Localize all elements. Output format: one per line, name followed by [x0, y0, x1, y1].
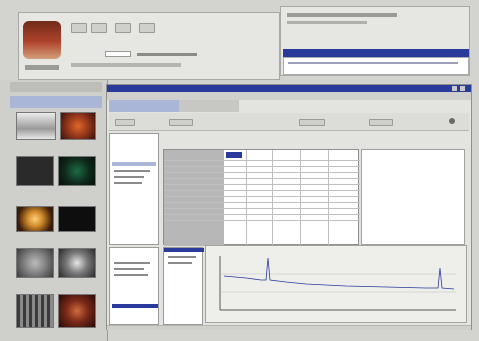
toolbar-button-2[interactable]	[91, 23, 107, 33]
top-right-subheader-text	[287, 21, 367, 24]
graph-svg	[219, 256, 456, 311]
tree-item-1[interactable]	[114, 170, 150, 172]
menu-bar	[107, 92, 471, 100]
middle-panel-header	[164, 248, 204, 252]
control-button-3[interactable]	[299, 119, 325, 126]
table-row-line	[164, 184, 360, 185]
table-row-line	[164, 166, 360, 167]
lower-middle-panel[interactable]	[163, 247, 204, 325]
graph-line	[223, 257, 455, 290]
middle-panel-row	[168, 262, 192, 264]
toolbar-button-4[interactable]	[139, 23, 155, 33]
table-col-line	[300, 150, 301, 246]
top-right-list[interactable]	[283, 57, 469, 75]
minimize-icon[interactable]	[452, 86, 457, 91]
table-row-line	[164, 178, 360, 179]
top-right-window	[280, 6, 470, 76]
top-bar-strip	[71, 63, 181, 67]
table-row-line	[164, 160, 360, 161]
thumbnail-1[interactable]	[16, 112, 56, 140]
table-row-line	[164, 220, 360, 221]
controls-row	[109, 113, 469, 131]
logo-caption	[25, 65, 59, 70]
table-row-line	[164, 196, 360, 197]
top-right-header-text	[287, 13, 397, 17]
list-row	[114, 262, 150, 264]
right-empty-panel	[361, 149, 465, 245]
table-row-line	[164, 190, 360, 191]
sidebar-header	[10, 82, 102, 92]
table-selected-cell[interactable]	[226, 152, 242, 158]
table-row-line	[164, 202, 360, 203]
tree-item-3[interactable]	[114, 182, 142, 184]
settings-icon[interactable]	[449, 118, 455, 124]
middle-panel-row	[168, 256, 196, 258]
table-left-column	[164, 150, 224, 246]
toolbar-button-3[interactable]	[115, 23, 131, 33]
tab-strip-active[interactable]	[109, 100, 179, 112]
list-selected-row[interactable]	[112, 304, 158, 308]
thumbnail-3[interactable]	[16, 156, 54, 186]
tree-selected-item[interactable]	[112, 162, 156, 166]
close-icon[interactable]	[460, 86, 465, 91]
lower-left-list-panel[interactable]	[109, 247, 159, 325]
toolbar-button-1[interactable]	[71, 23, 87, 33]
thumbnail-8[interactable]	[58, 248, 96, 278]
top-input-field[interactable]	[105, 51, 131, 57]
thumbnail-9[interactable]	[16, 294, 54, 328]
control-button-1[interactable]	[115, 119, 135, 126]
table-col-line	[246, 150, 247, 246]
top-left-app-panel	[18, 12, 280, 80]
sidebar-header-2	[10, 96, 102, 108]
tree-item-2[interactable]	[114, 176, 144, 178]
left-tree-panel[interactable]	[109, 133, 159, 245]
table-row-line	[164, 214, 360, 215]
table-col-line	[328, 150, 329, 246]
table-row-line	[164, 172, 360, 173]
table-row-line	[164, 208, 360, 209]
top-right-list-row	[288, 62, 458, 64]
status-bar	[107, 325, 471, 330]
list-row	[114, 268, 144, 270]
thumbnail-5[interactable]	[16, 206, 54, 232]
thumbnail-7[interactable]	[16, 248, 54, 278]
top-input-label	[137, 53, 197, 56]
thumbnail-10[interactable]	[58, 294, 96, 328]
thumbnail-2[interactable]	[60, 112, 96, 140]
thumbnail-4[interactable]	[58, 156, 96, 186]
top-right-column-header	[283, 49, 469, 57]
list-row	[114, 274, 148, 276]
main-title-bar	[107, 85, 471, 92]
control-button-2[interactable]	[169, 119, 193, 126]
table-col-line	[272, 150, 273, 246]
main-window	[106, 84, 472, 330]
tab-strip-inactive[interactable]	[179, 100, 239, 112]
control-button-4[interactable]	[369, 119, 393, 126]
data-table[interactable]	[163, 149, 360, 246]
app-logo-icon	[23, 21, 61, 59]
graph-panel	[205, 245, 467, 323]
thumbnail-6[interactable]	[58, 206, 96, 232]
